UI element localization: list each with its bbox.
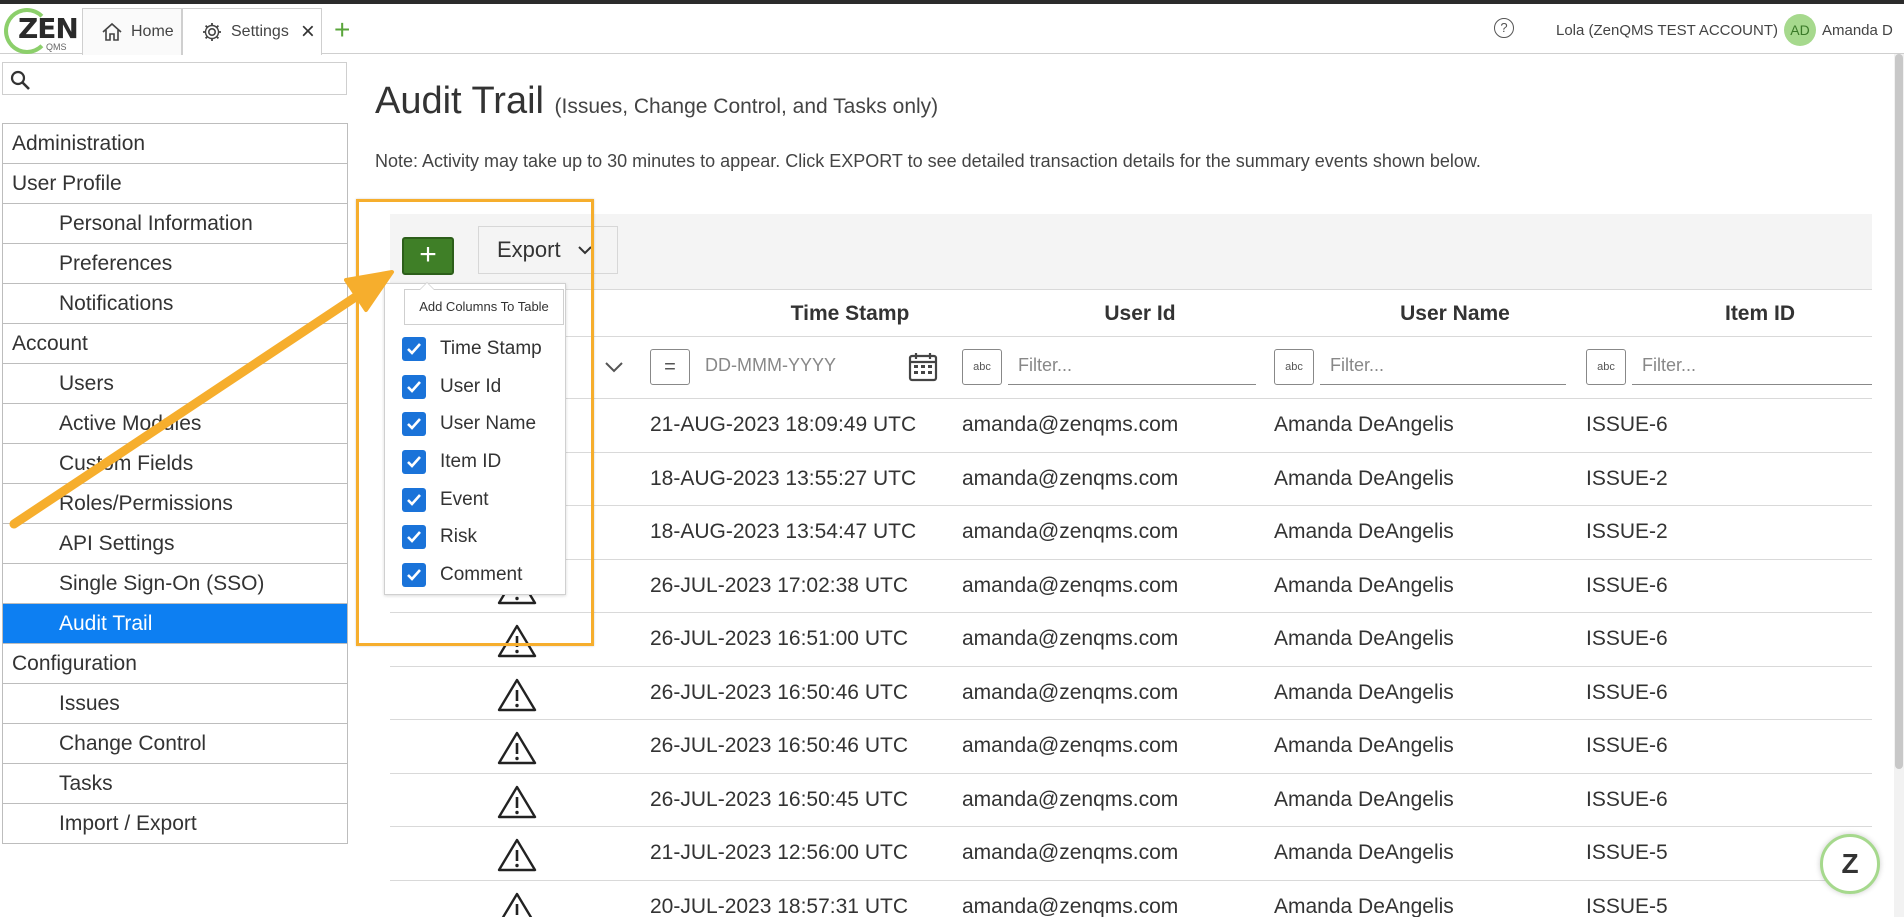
column-header-user-id[interactable]: User Id [990,302,1290,326]
sidebar-item-change-control[interactable]: Change Control [3,724,347,764]
user-id-cell: amanda@zenqms.com [962,520,1179,543]
table-row[interactable]: 21-AUG-2023 18:09:49 UTC amanda@zenqms.c… [390,399,1872,453]
date-filter-input[interactable]: DD-MMM-YYYY [695,349,865,385]
table-row[interactable]: 26-JUL-2023 16:50:45 UTC amanda@zenqms.c… [390,774,1872,827]
item-id-cell[interactable]: ISSUE-6 [1586,788,1668,812]
help-icon[interactable]: ? [1494,18,1514,38]
user-id-cell: amanda@zenqms.com [962,894,1179,917]
table-row[interactable]: 26-JUL-2023 16:50:46 UTC amanda@zenqms.c… [390,667,1872,720]
sidebar-item-audit-trail[interactable]: Audit Trail [3,604,347,644]
sidebar-item-label: Configuration [12,651,137,675]
item-id-cell[interactable]: ISSUE-2 [1586,520,1668,544]
table-row[interactable]: 18-AUG-2023 13:55:27 UTC amanda@zenqms.c… [390,453,1872,506]
user-name-cell: Amanda DeAngelis [1274,734,1454,757]
user-name-cell: Amanda DeAngelis [1274,787,1454,811]
time-stamp-cell: 26-JUL-2023 17:02:38 UTC [650,573,908,597]
time-stamp-cell: 26-JUL-2023 16:50:46 UTC [650,680,908,704]
table-row[interactable]: 21-JUL-2023 12:56:00 UTC amanda@zenqms.c… [390,827,1872,881]
user-id-cell: amanda@zenqms.com [962,680,1179,704]
time-stamp-cell: 26-JUL-2023 16:50:45 UTC [650,787,908,811]
item-id-cell[interactable]: ISSUE-5 [1586,841,1668,865]
user-id-cell: amanda@zenqms.com [962,787,1179,811]
user-name-cell: Amanda DeAngelis [1274,520,1454,543]
time-stamp-cell: 21-JUL-2023 12:56:00 UTC [650,841,908,864]
user-id-cell: amanda@zenqms.com [962,627,1179,650]
user-name-cell: Amanda DeAngelis [1274,894,1454,917]
user-id-cell: amanda@zenqms.com [962,466,1179,490]
user-id-cell: amanda@zenqms.com [962,734,1179,757]
item-id-cell[interactable]: ISSUE-6 [1586,413,1668,437]
column-header-time-stamp[interactable]: Time Stamp [730,302,970,326]
time-stamp-cell: 18-AUG-2023 13:54:47 UTC [650,520,917,543]
user-name-cell: Amanda DeAngelis [1274,627,1454,650]
warning-icon [501,892,533,917]
user-id-cell: amanda@zenqms.com [962,841,1179,864]
user-name[interactable]: Amanda D [1822,22,1893,39]
text-filter-operator-button[interactable]: abc [1274,349,1314,385]
sidebar-item-import-export[interactable]: Import / Export [3,804,347,844]
table-row[interactable]: 18-AUG-2023 13:54:47 UTC amanda@zenqms.c… [390,506,1872,560]
sidebar-item-label: Audit Trail [59,611,153,635]
warning-icon [497,785,537,818]
page-note: Note: Activity may take up to 30 minutes… [375,151,1481,171]
text-filter-operator-button[interactable]: abc [962,349,1002,385]
time-stamp-cell: 26-JUL-2023 16:51:00 UTC [650,627,908,650]
item-id-filter-input[interactable]: Filter... [1632,349,1872,385]
sidebar-item-tasks[interactable]: Tasks [3,764,347,804]
warning-icon [497,838,537,872]
sidebar-item-sso[interactable]: Single Sign-On (SSO) [3,564,347,604]
item-id-cell[interactable]: ISSUE-6 [1586,574,1668,598]
sidebar-item-configuration[interactable]: Configuration [3,644,347,684]
sidebar-item-label: Import / Export [59,811,197,835]
user-name-cell: Amanda DeAngelis [1274,573,1454,597]
annotation-arrow-icon [9,270,394,529]
calendar-icon[interactable] [907,351,939,383]
sidebar-item-label: Change Control [59,731,207,755]
column-header-item-id[interactable]: Item ID [1610,302,1904,326]
item-id-cell[interactable]: ISSUE-2 [1586,467,1668,491]
scrollbar-thumb[interactable] [1895,54,1903,769]
time-stamp-cell: 21-AUG-2023 18:09:49 UTC [650,413,917,436]
avatar[interactable]: AD [1784,14,1816,46]
account-name[interactable]: Lola (ZenQMS TEST ACCOUNT) [1556,22,1778,39]
user-name-cell: Amanda DeAngelis [1274,680,1454,704]
user-id-cell: amanda@zenqms.com [962,573,1179,597]
sidebar-item-label: Issues [59,691,120,715]
support-chat-button[interactable]: Z [1820,834,1880,894]
filter-row: = DD-MMM-YYYY abc Filter... abc Filter..… [390,337,1872,399]
user-id-cell: amanda@zenqms.com [962,413,1179,436]
page-subtitle: (Issues, Change Control, and Tasks only) [554,95,939,118]
time-stamp-cell: 18-AUG-2023 13:55:27 UTC [650,466,917,490]
sidebar-item-label: Single Sign-On (SSO) [59,571,265,595]
item-id-cell[interactable]: ISSUE-6 [1586,627,1668,651]
item-id-cell[interactable]: ISSUE-6 [1586,681,1668,705]
warning-icon [497,731,537,765]
text-filter-operator-button[interactable]: abc [1586,349,1626,385]
chevron-down-icon[interactable] [604,361,624,373]
item-id-cell[interactable]: ISSUE-5 [1586,895,1668,917]
table-header: Time Stamp User Id User Name Item ID [390,289,1872,337]
time-stamp-cell: 26-JUL-2023 16:50:46 UTC [650,734,908,757]
sidebar-item-label: Tasks [59,771,113,795]
table-row[interactable]: 26-JUL-2023 16:50:46 UTC amanda@zenqms.c… [390,720,1872,774]
user-name-cell: Amanda DeAngelis [1274,841,1454,864]
table-row[interactable]: 26-JUL-2023 17:02:38 UTC amanda@zenqms.c… [390,560,1872,613]
user-name-cell: Amanda DeAngelis [1274,466,1454,490]
page-title: Audit Trail (Issues, Change Control, and… [375,80,938,123]
table-row[interactable]: 26-JUL-2023 16:51:00 UTC amanda@zenqms.c… [390,613,1872,667]
audit-table-body: 21-AUG-2023 18:09:49 UTC amanda@zenqms.c… [390,399,1872,917]
item-id-cell[interactable]: ISSUE-6 [1586,734,1668,758]
user-id-filter-input[interactable]: Filter... [1008,349,1256,385]
warning-icon [497,678,537,711]
user-name-cell: Amanda DeAngelis [1274,413,1454,436]
column-header-user-name[interactable]: User Name [1300,302,1610,326]
table-row[interactable]: 20-JUL-2023 18:57:31 UTC amanda@zenqms.c… [390,881,1872,917]
user-name-filter-input[interactable]: Filter... [1320,349,1566,385]
equals-operator-button[interactable]: = [650,349,690,385]
time-stamp-cell: 20-JUL-2023 18:57:31 UTC [650,894,908,917]
sidebar-item-issues[interactable]: Issues [3,684,347,724]
